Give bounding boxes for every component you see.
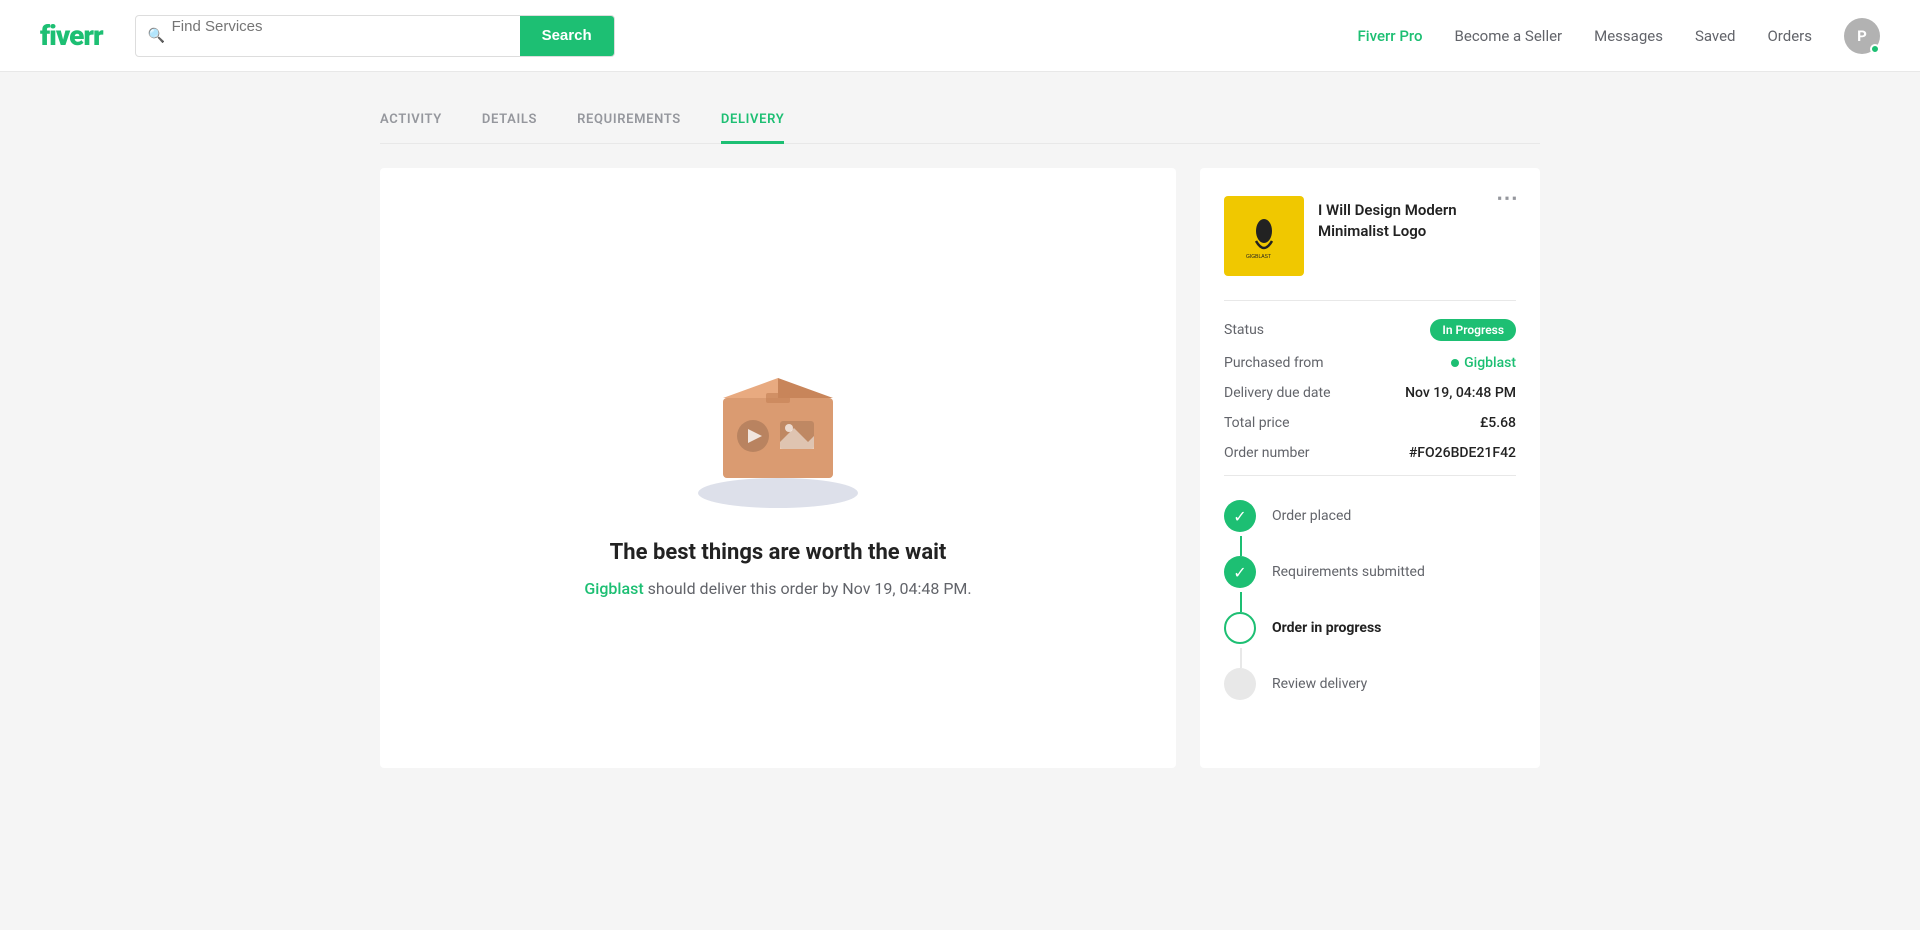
search-input-wrap: 🔍	[136, 16, 520, 56]
tracker-circle-requirements: ✓	[1224, 556, 1256, 588]
tab-activity[interactable]: ACTIVITY	[380, 112, 442, 144]
nav-become-seller[interactable]: Become a Seller	[1455, 27, 1563, 45]
status-badge: In Progress	[1430, 319, 1516, 341]
status-row: Status In Progress	[1224, 319, 1516, 341]
nav-orders[interactable]: Orders	[1767, 27, 1812, 45]
total-price-value: £5.68	[1480, 415, 1516, 431]
tracker-label-requirements: Requirements submitted	[1272, 564, 1425, 580]
fiverr-logo[interactable]: fiverr	[40, 19, 103, 52]
total-price-label: Total price	[1224, 415, 1290, 431]
order-number-row: Order number #FO26BDE21F42	[1224, 445, 1516, 461]
package-icon	[698, 338, 858, 488]
tracker-item-requirements: ✓ Requirements submitted	[1224, 556, 1516, 588]
gig-info: GIGBLAST I Will Design Modern Minimalist…	[1224, 196, 1516, 276]
delivery-due-value: Nov 19, 04:48 PM	[1405, 385, 1516, 401]
header: fiverr 🔍 Search Fiverr Pro Become a Sell…	[0, 0, 1920, 72]
delivery-seller-link[interactable]: Gigblast	[584, 579, 643, 598]
delivery-subtitle: Gigblast should deliver this order by No…	[584, 579, 971, 598]
content-layout: The best things are worth the wait Gigbl…	[380, 168, 1540, 768]
box-illustration	[698, 338, 858, 508]
delivery-subtitle-text: should deliver this order by Nov 19, 04:…	[644, 579, 972, 598]
search-input[interactable]	[136, 18, 385, 35]
nav-saved[interactable]: Saved	[1695, 27, 1736, 45]
tab-delivery[interactable]: DELIVERY	[721, 112, 784, 144]
tracker-label-in-progress: Order in progress	[1272, 620, 1381, 636]
order-details: Status In Progress Purchased from Gigbla…	[1224, 300, 1516, 461]
delivery-card: The best things are worth the wait Gigbl…	[380, 168, 1176, 768]
purchased-from-value[interactable]: Gigblast	[1451, 355, 1516, 371]
svg-text:GIGBLAST: GIGBLAST	[1246, 254, 1271, 260]
tracker-item-review: Review delivery	[1224, 668, 1516, 700]
check-icon-placed: ✓	[1233, 507, 1246, 526]
gig-thumbnail-image: GIGBLAST	[1239, 211, 1289, 261]
tracker-circle-in-progress	[1224, 612, 1256, 644]
nav-messages[interactable]: Messages	[1594, 27, 1663, 45]
gig-thumbnail: GIGBLAST	[1224, 196, 1304, 276]
main-content: ACTIVITY DETAILS REQUIREMENTS DELIVERY	[360, 72, 1560, 768]
tracker-label-review: Review delivery	[1272, 676, 1367, 692]
search-bar: 🔍 Search	[135, 15, 615, 57]
tracker-item-in-progress: Order in progress	[1224, 612, 1516, 644]
order-number-label: Order number	[1224, 445, 1310, 461]
delivery-due-label: Delivery due date	[1224, 385, 1331, 401]
tracker-circle-placed: ✓	[1224, 500, 1256, 532]
order-sidebar: ⋯ GIGBLAST I Will Design Modern Minimali…	[1200, 168, 1540, 768]
delivery-title: The best things are worth the wait	[610, 540, 947, 565]
avatar[interactable]: P	[1844, 18, 1880, 54]
tab-requirements[interactable]: REQUIREMENTS	[577, 112, 681, 144]
tab-details[interactable]: DETAILS	[482, 112, 537, 144]
delivery-due-row: Delivery due date Nov 19, 04:48 PM	[1224, 385, 1516, 401]
tracker-label-placed: Order placed	[1272, 508, 1351, 524]
total-price-row: Total price £5.68	[1224, 415, 1516, 431]
box-svg-wrap	[698, 338, 858, 508]
tracker-circle-review	[1224, 668, 1256, 700]
gig-title: I Will Design Modern Minimalist Logo	[1318, 196, 1516, 276]
search-button[interactable]: Search	[520, 16, 614, 56]
status-label: Status	[1224, 322, 1264, 338]
sidebar-more-button[interactable]: ⋯	[1496, 186, 1520, 211]
avatar-online-dot	[1870, 44, 1880, 54]
order-number-value: #FO26BDE21F42	[1409, 445, 1516, 461]
progress-tracker: ✓ Order placed ✓ Requirements submitted …	[1224, 475, 1516, 700]
avatar-initial: P	[1857, 27, 1867, 45]
seller-name: Gigblast	[1464, 355, 1516, 371]
tracker-item-placed: ✓ Order placed	[1224, 500, 1516, 532]
purchased-from-label: Purchased from	[1224, 355, 1324, 371]
tabs: ACTIVITY DETAILS REQUIREMENTS DELIVERY	[380, 112, 1540, 144]
purchased-from-row: Purchased from Gigblast	[1224, 355, 1516, 371]
box-shadow	[698, 478, 858, 508]
check-icon-requirements: ✓	[1233, 563, 1246, 582]
header-nav: Fiverr Pro Become a Seller Messages Save…	[1358, 18, 1880, 54]
seller-online-dot	[1451, 359, 1459, 367]
nav-fiverr-pro[interactable]: Fiverr Pro	[1358, 27, 1423, 45]
